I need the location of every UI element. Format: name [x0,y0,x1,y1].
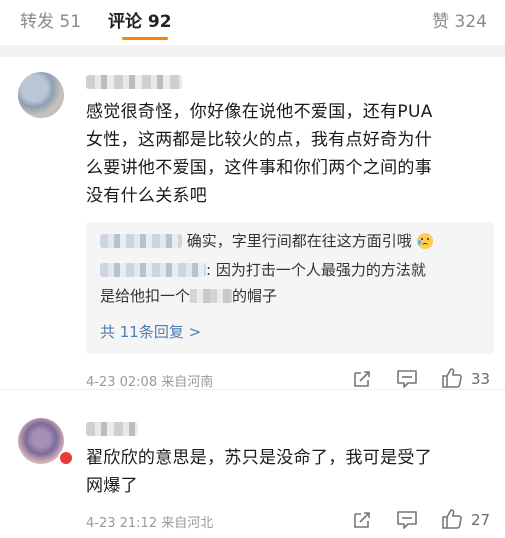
comment-icon[interactable] [396,369,418,389]
reply-item[interactable]: : 因为打击一个人最强力的方法就 [100,258,426,282]
comment-line: 女性，这两都是比较火的点，我有点好奇为什 [86,130,432,150]
reply-box: 确实，字里行间都在往这方面引哦 : 因为打击一个人最强力的方法就 是给他扣一个的… [86,222,494,354]
reply-username-blurred[interactable] [100,263,206,277]
comment-meta: 4-23 02:08 来自河南 [86,371,213,390]
tab-comment[interactable]: 评论 92 [108,7,172,32]
comment-icon[interactable] [396,510,418,530]
thumbs-up-icon[interactable] [440,507,464,531]
censored-word-blurred [190,289,233,303]
comment-line: 么要讲他不爱国，这件事和你们两个之间的事 [86,158,432,178]
tab-repost[interactable]: 转发 51 [20,7,81,32]
share-icon[interactable] [351,509,373,531]
active-tab-indicator [122,37,168,40]
more-replies-link[interactable]: 共 11条回复 > [100,321,201,342]
comment-time: 4-23 21:12 [86,516,158,531]
comment-line: 感觉很奇怪，你好像在说他不爱国，还有PUA [86,102,433,122]
comment-line: 没有什么关系吧 [86,186,208,206]
share-icon[interactable] [351,368,373,390]
comment-line: 网爆了 [86,476,138,496]
tab-like[interactable]: 赞 324 [432,7,487,32]
comment-text: 翟欣欣的意思是，苏只是没命了，我可是受了 网爆了 [86,444,486,500]
like-count: 27 [471,511,491,529]
comment-text: 感觉很奇怪，你好像在说他不爱国，还有PUA 女性，这两都是比较火的点，我有点好奇… [86,98,486,210]
tab-bar: 转发 51 评论 92 赞 324 [0,0,505,44]
comment-separator [0,389,505,390]
comment-location: 来自河北 [161,516,214,531]
reply-item[interactable]: 确实，字里行间都在往这方面引哦 [100,229,433,253]
comment-line: 翟欣欣的意思是，苏只是没命了，我可是受了 [86,448,432,468]
reply-username-blurred[interactable] [100,234,182,248]
section-divider [0,45,505,57]
username-blurred[interactable] [86,75,182,89]
reply-item-continued: 是给他扣一个 的帽子 [100,287,278,305]
verified-badge-icon [58,450,74,466]
username-blurred[interactable] [86,422,138,436]
like-count: 33 [471,370,491,388]
comment-time: 4-23 02:08 [86,375,158,390]
comment-meta: 4-23 21:12 来自河北 [86,512,213,531]
thumbs-up-icon[interactable] [440,366,464,390]
avatar[interactable] [18,72,64,118]
crying-face-icon [416,233,433,249]
comment-location: 来自河南 [161,375,214,390]
